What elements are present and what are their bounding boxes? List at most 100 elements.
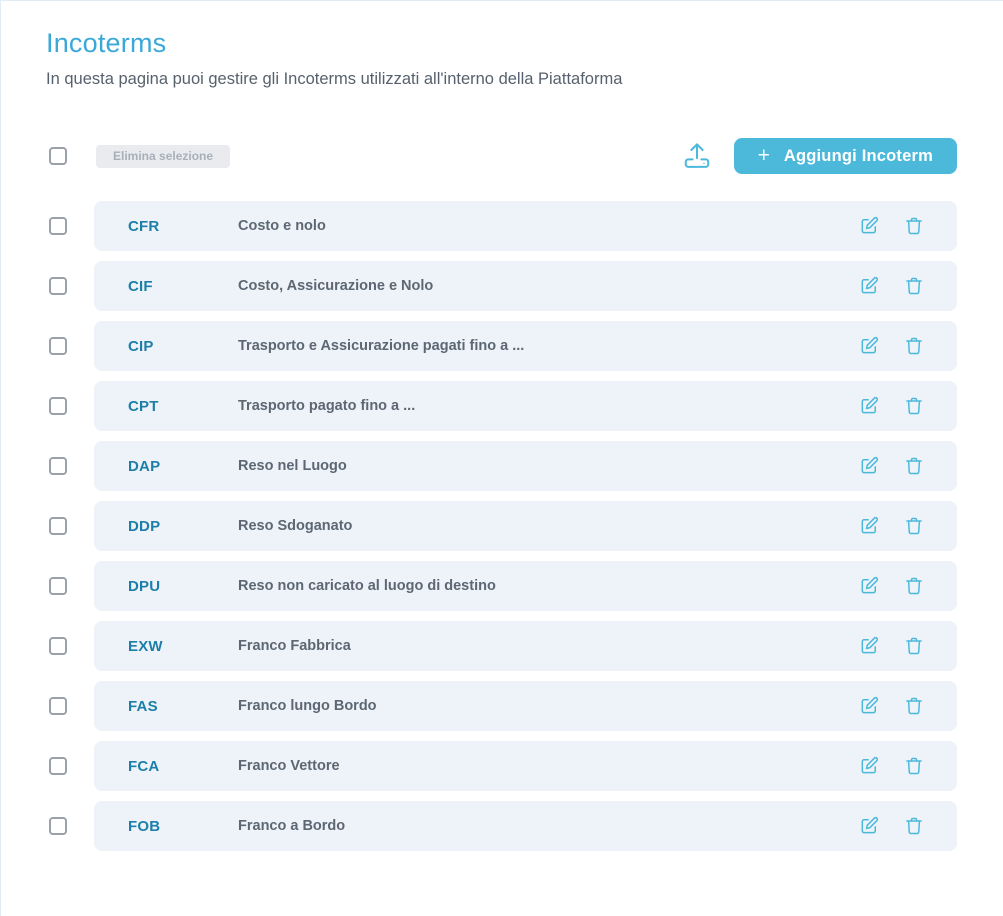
edit-icon <box>859 816 879 836</box>
edit-icon <box>859 516 879 536</box>
edit-icon <box>859 216 879 236</box>
incoterm-row: DPU Reso non caricato al luogo di destin… <box>46 561 957 611</box>
row-checkbox[interactable] <box>49 697 67 715</box>
edit-button[interactable] <box>859 336 879 356</box>
incoterm-row: FCA Franco Vettore <box>46 741 957 791</box>
row-checkbox[interactable] <box>49 277 67 295</box>
incoterm-row-card: CPT Trasporto pagato fino a ... <box>94 381 957 431</box>
row-checkbox[interactable] <box>49 817 67 835</box>
incoterm-row-card: DPU Reso non caricato al luogo di destin… <box>94 561 957 611</box>
incoterm-code: EXW <box>128 638 238 655</box>
incoterm-row-card: CIF Costo, Assicurazione e Nolo <box>94 261 957 311</box>
delete-button[interactable] <box>904 216 924 236</box>
incoterm-row-card: DAP Reso nel Luogo <box>94 441 957 491</box>
incoterm-description: Reso non caricato al luogo di destino <box>238 578 859 594</box>
row-actions <box>859 756 924 776</box>
incoterm-row: FAS Franco lungo Bordo <box>46 681 957 731</box>
delete-button[interactable] <box>904 336 924 356</box>
row-actions <box>859 636 924 656</box>
plus-icon: + <box>758 145 770 166</box>
row-checkbox[interactable] <box>49 217 67 235</box>
incoterm-row: CPT Trasporto pagato fino a ... <box>46 381 957 431</box>
incoterm-description: Franco Vettore <box>238 758 859 774</box>
trash-icon <box>904 336 924 356</box>
trash-icon <box>904 276 924 296</box>
delete-button[interactable] <box>904 456 924 476</box>
row-actions <box>859 456 924 476</box>
incoterm-row-card: FAS Franco lungo Bordo <box>94 681 957 731</box>
edit-icon <box>859 756 879 776</box>
edit-button[interactable] <box>859 456 879 476</box>
page-title: Incoterms <box>46 28 957 59</box>
delete-button[interactable] <box>904 696 924 716</box>
page-subtitle: In questa pagina puoi gestire gli Incote… <box>46 70 957 89</box>
incoterm-description: Trasporto e Assicurazione pagati fino a … <box>238 338 859 354</box>
row-checkbox[interactable] <box>49 757 67 775</box>
edit-button[interactable] <box>859 756 879 776</box>
edit-button[interactable] <box>859 816 879 836</box>
incoterm-code: DPU <box>128 578 238 595</box>
edit-button[interactable] <box>859 276 879 296</box>
incoterm-row: CIF Costo, Assicurazione e Nolo <box>46 261 957 311</box>
incoterm-code: DAP <box>128 458 238 475</box>
delete-button[interactable] <box>904 636 924 656</box>
trash-icon <box>904 396 924 416</box>
trash-icon <box>904 696 924 716</box>
edit-button[interactable] <box>859 636 879 656</box>
incoterm-description: Franco lungo Bordo <box>238 698 859 714</box>
edit-button[interactable] <box>859 576 879 596</box>
edit-icon <box>859 336 879 356</box>
row-actions <box>859 696 924 716</box>
row-checkbox[interactable] <box>49 637 67 655</box>
trash-icon <box>904 636 924 656</box>
edit-button[interactable] <box>859 396 879 416</box>
row-actions <box>859 816 924 836</box>
row-checkbox[interactable] <box>49 457 67 475</box>
toolbar: Elimina selezione + Aggiungi Incoterm <box>46 138 957 174</box>
incoterm-row: DAP Reso nel Luogo <box>46 441 957 491</box>
delete-button[interactable] <box>904 816 924 836</box>
row-checkbox[interactable] <box>49 577 67 595</box>
trash-icon <box>904 456 924 476</box>
row-checkbox[interactable] <box>49 337 67 355</box>
row-checkbox[interactable] <box>49 517 67 535</box>
row-actions <box>859 336 924 356</box>
edit-button[interactable] <box>859 696 879 716</box>
edit-icon <box>859 396 879 416</box>
delete-button[interactable] <box>904 516 924 536</box>
incoterm-description: Costo e nolo <box>238 218 859 234</box>
incoterm-description: Franco a Bordo <box>238 818 859 834</box>
row-checkbox[interactable] <box>49 397 67 415</box>
trash-icon <box>904 516 924 536</box>
incoterm-code: FAS <box>128 698 238 715</box>
incoterm-code: FOB <box>128 818 238 835</box>
delete-button[interactable] <box>904 576 924 596</box>
incoterm-row: EXW Franco Fabbrica <box>46 621 957 671</box>
edit-icon <box>859 576 879 596</box>
delete-button[interactable] <box>904 276 924 296</box>
edit-button[interactable] <box>859 216 879 236</box>
incoterm-code: CPT <box>128 398 238 415</box>
trash-icon <box>904 756 924 776</box>
incoterm-row: CFR Costo e nolo <box>46 201 957 251</box>
delete-button[interactable] <box>904 756 924 776</box>
delete-selection-button[interactable]: Elimina selezione <box>96 145 230 168</box>
trash-icon <box>904 816 924 836</box>
incoterm-description: Reso nel Luogo <box>238 458 859 474</box>
incoterm-description: Costo, Assicurazione e Nolo <box>238 278 859 294</box>
trash-icon <box>904 576 924 596</box>
incoterm-row-card: EXW Franco Fabbrica <box>94 621 957 671</box>
incoterm-row: CIP Trasporto e Assicurazione pagati fin… <box>46 321 957 371</box>
add-incoterm-label: Aggiungi Incoterm <box>784 147 933 166</box>
select-all-checkbox[interactable] <box>49 147 67 165</box>
edit-button[interactable] <box>859 516 879 536</box>
edit-icon <box>859 696 879 716</box>
delete-button[interactable] <box>904 396 924 416</box>
incoterm-list: CFR Costo e nolo <box>46 201 957 851</box>
incoterm-row: FOB Franco a Bordo <box>46 801 957 851</box>
incoterms-page: Incoterms In questa pagina puoi gestire … <box>1 1 1003 851</box>
add-incoterm-button[interactable]: + Aggiungi Incoterm <box>734 138 957 174</box>
upload-button[interactable] <box>682 139 712 174</box>
incoterm-row: DDP Reso Sdoganato <box>46 501 957 551</box>
incoterm-code: CFR <box>128 218 238 235</box>
